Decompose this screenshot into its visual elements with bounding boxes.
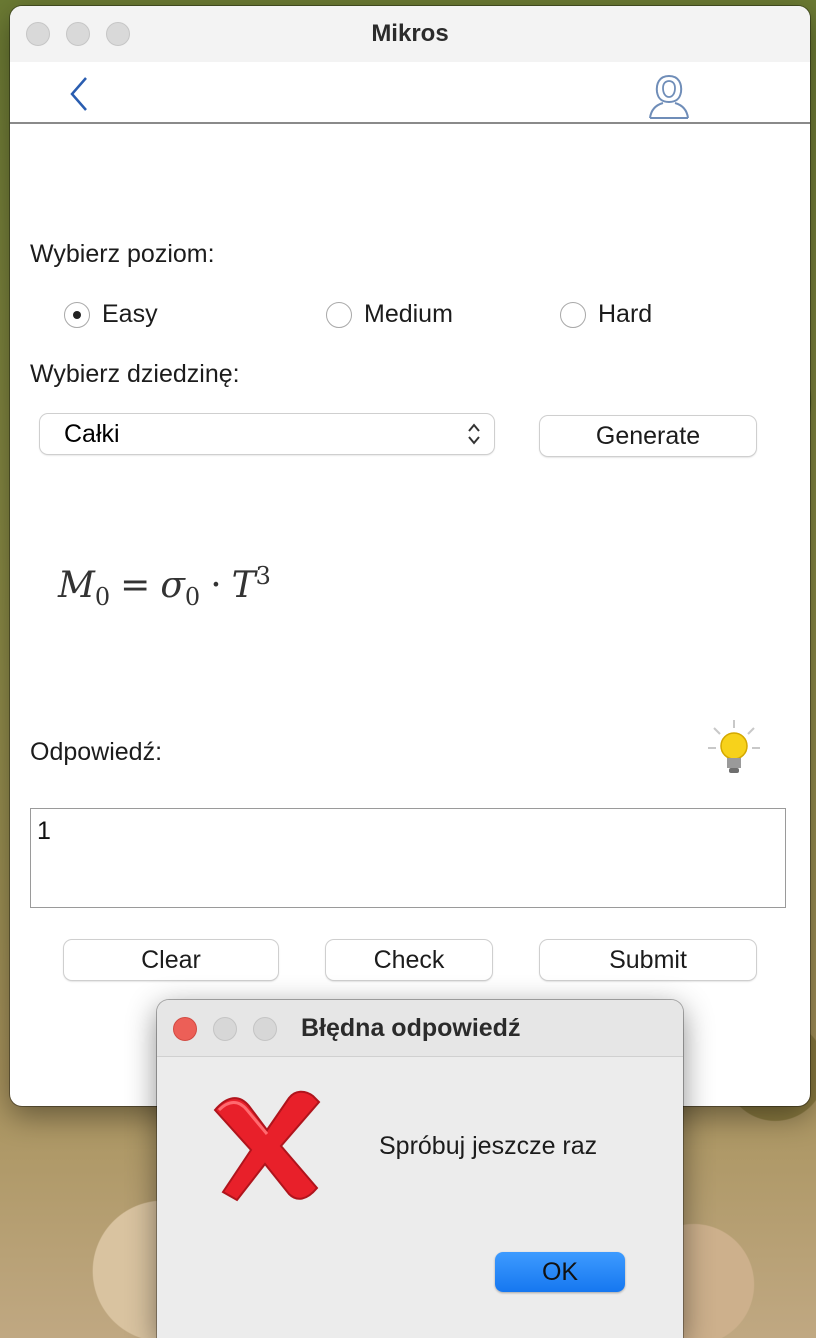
user-profile-icon bbox=[649, 74, 689, 119]
radio-indicator-medium bbox=[326, 301, 352, 328]
error-dialog: Błędna odpowiedź Spróbuj jeszcze raz OK bbox=[157, 1000, 683, 1338]
dialog-title: Błędna odpowiedź bbox=[301, 1014, 521, 1042]
formula-display: M0 = σ0 · T3 bbox=[58, 562, 271, 611]
chevron-left-icon bbox=[70, 77, 87, 111]
domain-label: Wybierz dziedzinę: bbox=[30, 360, 240, 388]
formula-lhs-sub: 0 bbox=[94, 583, 111, 612]
dialog-minimize-button bbox=[213, 1017, 237, 1041]
formula-rhs: σ bbox=[160, 565, 185, 606]
chevron-up-down-icon bbox=[468, 423, 480, 445]
ok-button[interactable]: OK bbox=[495, 1252, 625, 1292]
window-title: Mikros bbox=[371, 20, 449, 47]
lightbulb-icon bbox=[708, 720, 760, 773]
red-x-icon bbox=[213, 1090, 321, 1202]
radio-easy-label: Easy bbox=[102, 300, 158, 328]
radio-easy[interactable]: Easy bbox=[64, 300, 158, 329]
formula-rhs-sub: 0 bbox=[184, 583, 201, 612]
back-button[interactable] bbox=[62, 74, 98, 114]
generate-button[interactable]: Generate bbox=[540, 416, 756, 456]
radio-hard[interactable]: Hard bbox=[560, 300, 652, 329]
clear-button[interactable]: Clear bbox=[64, 940, 278, 980]
radio-medium-label: Medium bbox=[364, 300, 453, 328]
formula-rhs2: T bbox=[231, 565, 256, 606]
toolbar bbox=[10, 62, 810, 124]
domain-select-value: Całki bbox=[64, 420, 120, 448]
formula-lhs: M bbox=[58, 565, 95, 606]
submit-button[interactable]: Submit bbox=[540, 940, 756, 980]
answer-label: Odpowiedź: bbox=[30, 738, 163, 766]
app-window: Mikros Wybierz poziom: Easy Medium Hard … bbox=[10, 6, 810, 1106]
radio-medium[interactable]: Medium bbox=[326, 300, 453, 329]
radio-indicator-hard bbox=[560, 301, 586, 328]
hint-button[interactable] bbox=[706, 718, 762, 778]
level-label: Wybierz poziom: bbox=[30, 240, 215, 268]
answer-field-value: 1 bbox=[37, 817, 51, 845]
domain-select[interactable]: Całki bbox=[40, 414, 494, 454]
dialog-close-button[interactable] bbox=[173, 1017, 197, 1041]
formula-dot: · bbox=[210, 565, 222, 606]
answer-field[interactable]: 1 bbox=[30, 808, 786, 908]
radio-hard-label: Hard bbox=[598, 300, 653, 328]
dialog-title-bar: Błędna odpowiedź bbox=[157, 1000, 683, 1057]
formula-equals: = bbox=[120, 565, 151, 606]
radio-indicator-easy bbox=[64, 301, 90, 328]
dialog-zoom-button bbox=[253, 1017, 277, 1041]
check-button[interactable]: Check bbox=[326, 940, 492, 980]
formula-rhs2-sup: 3 bbox=[255, 562, 271, 590]
dialog-message: Spróbuj jeszcze raz bbox=[379, 1132, 598, 1160]
user-profile-button[interactable] bbox=[644, 72, 694, 120]
title-bar: Mikros bbox=[10, 6, 810, 62]
